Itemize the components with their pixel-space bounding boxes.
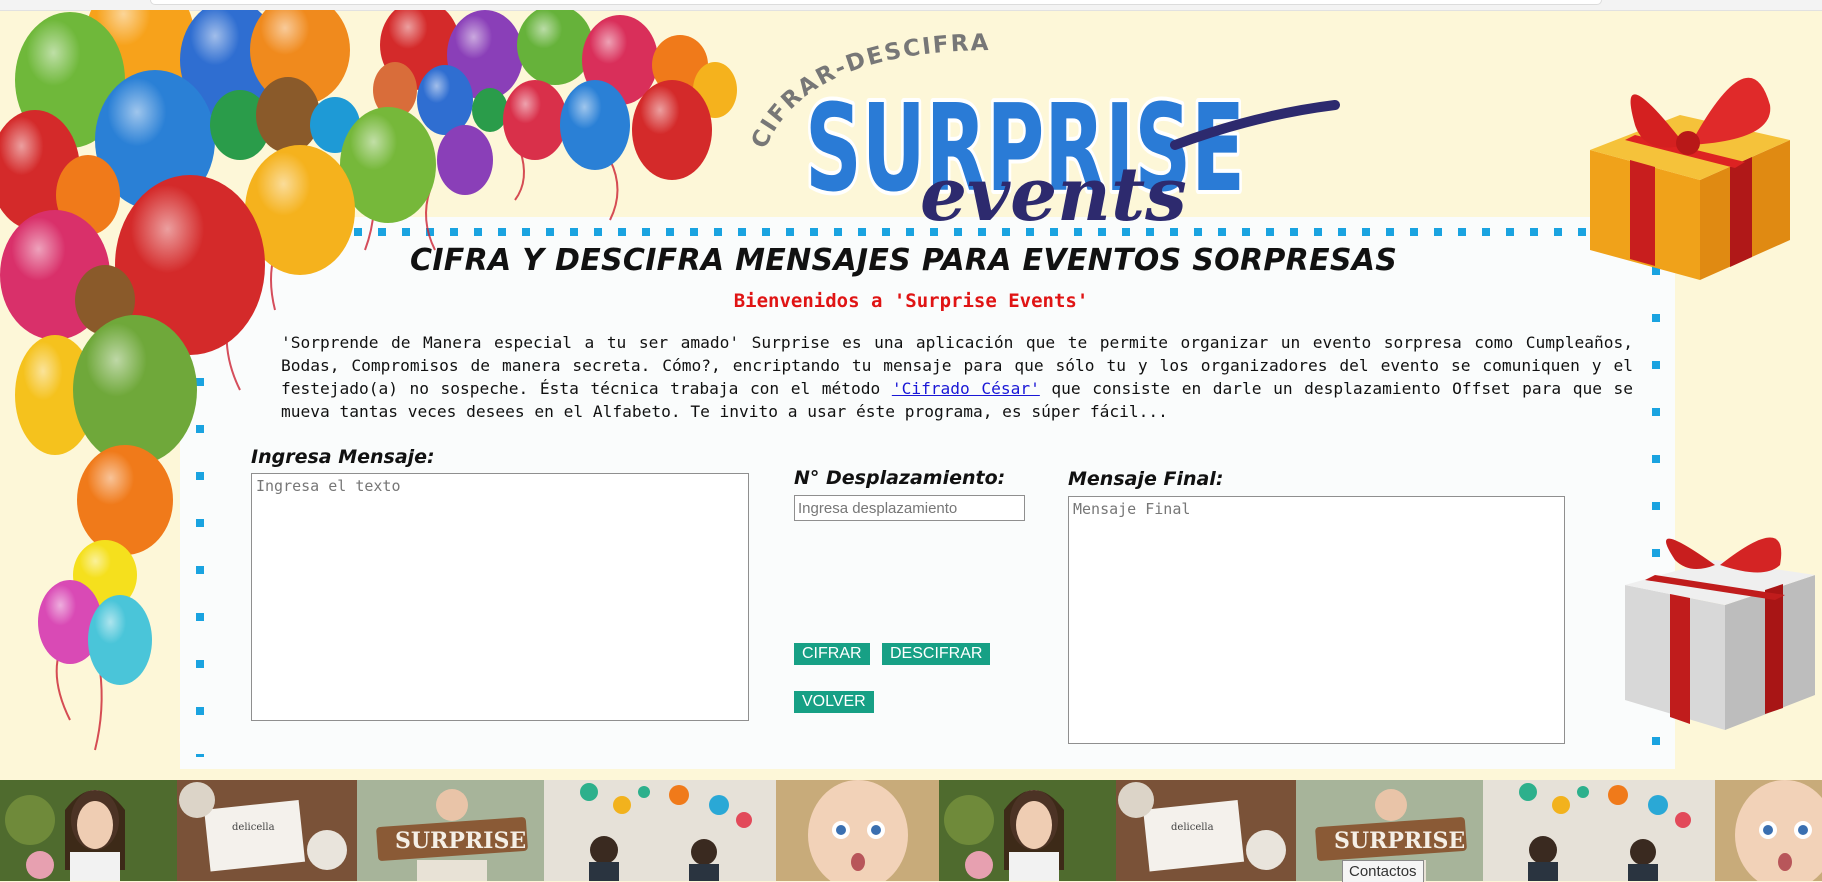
result-output[interactable] xyxy=(1068,496,1565,744)
message-input[interactable] xyxy=(251,473,749,721)
back-button[interactable]: VOLVER xyxy=(794,691,874,713)
svg-text:delicella: delicella xyxy=(232,822,275,833)
offset-label: N° Desplazamiento: xyxy=(794,467,1006,489)
message-label: Ingresa Mensaje: xyxy=(251,446,435,468)
logo-events-word: events xyxy=(920,152,1187,230)
photo-social-icons-2 xyxy=(1483,780,1715,881)
svg-text:SURPRISE: SURPRISE xyxy=(395,828,526,854)
result-label: Mensaje Final: xyxy=(1068,468,1224,490)
svg-text:SURPRISE: SURPRISE xyxy=(1334,828,1465,854)
photo-card-flowers-2: delicella xyxy=(1116,780,1296,881)
gift-box-white-decoration xyxy=(1625,537,1815,730)
photo-surprised-baby-2 xyxy=(1715,780,1822,881)
address-bar-edge xyxy=(150,0,1602,5)
welcome-text: Bienvenidos a 'Surprise Events' xyxy=(733,290,1089,312)
intro-paragraph: 'Sorprende de Manera especial a tu ser a… xyxy=(281,331,1633,423)
photo-card-flowers: delicella xyxy=(177,780,357,881)
decrypt-button[interactable]: DESCIFRAR xyxy=(882,643,991,665)
surprise-events-logo: CIFRAR-DESCIFRAR SURPRISE events xyxy=(745,20,1340,230)
page-title: CIFRA Y DESCIFRA MENSAJES PARA EVENTOS S… xyxy=(410,243,1398,278)
gift-box-red-decoration xyxy=(1590,77,1790,280)
footer-photo-strip: delicella SURPRISE delicella SURPRISE xyxy=(0,780,1822,881)
svg-text:delicella: delicella xyxy=(1171,822,1214,833)
photo-surprise-sign: SURPRISE xyxy=(357,780,544,881)
photo-surprised-woman-2 xyxy=(939,780,1116,881)
photo-surprised-woman xyxy=(0,780,177,881)
cifrado-cesar-link[interactable]: 'Cifrado César' xyxy=(892,379,1040,398)
offset-input[interactable] xyxy=(794,495,1025,521)
photo-surprised-baby xyxy=(776,780,939,881)
photo-social-icons xyxy=(544,780,776,881)
contact-tab[interactable]: Contactos xyxy=(1342,860,1424,882)
encrypt-button[interactable]: CIFRAR xyxy=(794,643,870,665)
